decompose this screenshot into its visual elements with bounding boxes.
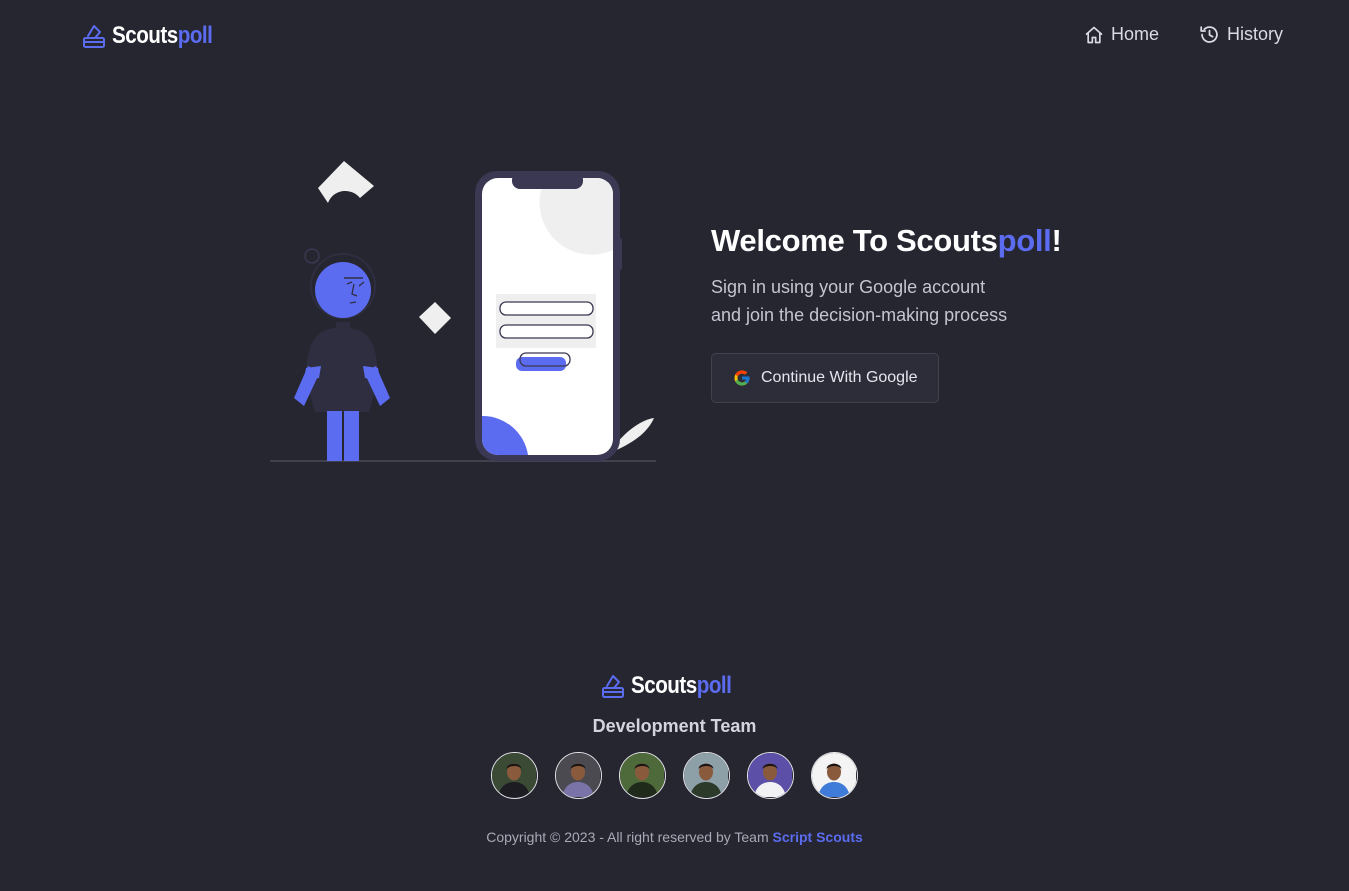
ballot-box-icon: [82, 23, 106, 49]
top-nav: Home History: [1084, 24, 1283, 45]
footer-logo[interactable]: Scoutspoll: [601, 672, 748, 700]
hero-subtitle: Sign in using your Google account and jo…: [711, 273, 1131, 329]
copyright-text: Copyright © 2023 - All right reserved by…: [486, 829, 773, 845]
google-button-label: Continue With Google: [761, 369, 918, 386]
copyright: Copyright © 2023 - All right reserved by…: [0, 829, 1349, 845]
nav-home-label: Home: [1110, 24, 1159, 44]
ballot-box-icon: [601, 673, 625, 699]
team-member-avatar[interactable]: [683, 752, 730, 799]
hero-title: Welcome To Scoutspoll!: [711, 222, 1131, 260]
history-icon: [1199, 24, 1220, 45]
nav-history[interactable]: History: [1199, 24, 1283, 45]
team-member-avatar[interactable]: [747, 752, 794, 799]
hero-title-suffix: !: [1051, 223, 1062, 258]
logo-text-part2: poll: [177, 22, 213, 49]
footer-logo-part1: Scouts: [631, 672, 697, 699]
logo-text-part1: Scouts: [112, 22, 178, 49]
nav-home[interactable]: Home: [1084, 24, 1159, 45]
team-avatars: [0, 752, 1349, 799]
team-member-avatar[interactable]: [491, 752, 538, 799]
hero-subtitle-line2: and join the decision-making process: [711, 305, 1008, 325]
header: Scoutspoll Home History: [0, 0, 1349, 72]
login-illustration: [268, 158, 660, 466]
development-team-title: Development Team: [592, 716, 757, 736]
footer-logo-text: Scoutspoll: [631, 672, 732, 700]
home-icon: [1084, 25, 1104, 45]
continue-with-google-button[interactable]: Continue With Google: [711, 353, 939, 403]
hero-title-accent: poll: [997, 223, 1052, 258]
team-member-avatar[interactable]: [619, 752, 666, 799]
footer-logo-part2: poll: [696, 672, 732, 699]
team-member-avatar[interactable]: [811, 752, 858, 799]
team-link[interactable]: Script Scouts: [773, 829, 863, 845]
hero-title-prefix: Welcome To Scouts: [711, 223, 998, 258]
logo-text: Scoutspoll: [112, 22, 213, 50]
google-icon: [733, 369, 751, 387]
nav-history-label: History: [1226, 24, 1283, 44]
header-logo[interactable]: Scoutspoll: [82, 22, 229, 50]
team-member-avatar[interactable]: [555, 752, 602, 799]
page: Scoutspoll Home History Welcome To Scout…: [0, 0, 1349, 891]
footer: Scoutspoll Development Team Copyright © …: [0, 672, 1349, 845]
hero: Welcome To Scoutspoll! Sign in using you…: [711, 222, 1131, 403]
hero-subtitle-line1: Sign in using your Google account: [711, 277, 986, 297]
